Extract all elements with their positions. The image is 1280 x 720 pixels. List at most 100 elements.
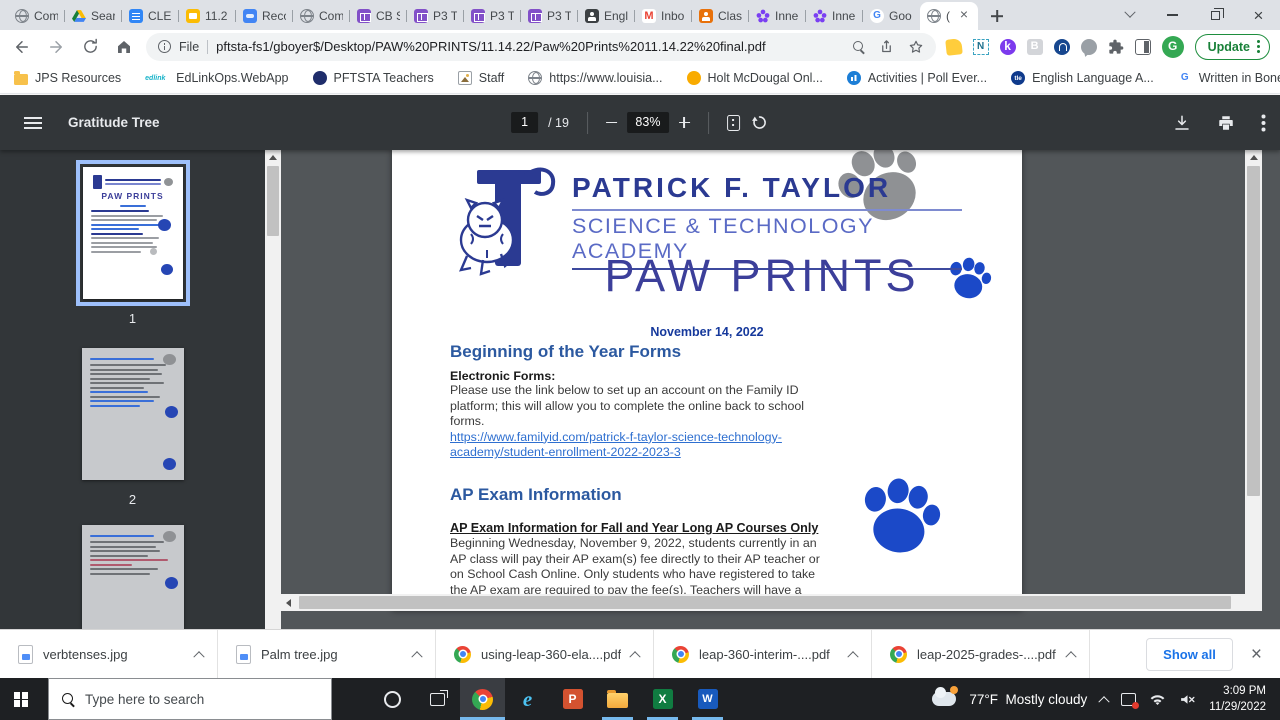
bookmark-item[interactable]: Activities | Poll Ever...	[847, 71, 987, 85]
browser-tab[interactable]: Engl	[578, 2, 635, 30]
excel-button[interactable]	[640, 678, 685, 720]
zoom-level-input[interactable]: 83%	[627, 112, 669, 133]
close-downloads-icon[interactable]: ×	[1251, 645, 1262, 664]
back-button[interactable]	[10, 35, 34, 59]
internet-explorer-button[interactable]: e	[505, 678, 550, 720]
show-hidden-icons-chevron[interactable]	[1099, 696, 1110, 707]
tab-close-icon[interactable]	[957, 9, 971, 23]
notification-tray-icon[interactable]	[1121, 693, 1136, 706]
forward-button[interactable]	[44, 35, 68, 59]
url-text[interactable]: pftsta-fs1/gboyer$/Desktop/PAW%20PRINTS/…	[216, 39, 844, 54]
browser-tab[interactable]: Com	[293, 2, 350, 30]
thumbnail-page-3[interactable]	[82, 525, 184, 629]
rotate-button[interactable]	[750, 113, 769, 132]
word-button[interactable]	[685, 678, 730, 720]
scroll-left-arrow[interactable]	[286, 599, 291, 607]
chevron-up-icon[interactable]	[193, 651, 204, 662]
restore-button[interactable]	[1194, 0, 1237, 30]
taskbar-clock[interactable]: 3:09 PM 11/29/2022	[1209, 683, 1270, 715]
file-explorer-button[interactable]	[595, 678, 640, 720]
tab-search-chevron-icon[interactable]	[1108, 0, 1151, 30]
browser-tab[interactable]: Inne	[749, 2, 806, 30]
reload-button[interactable]	[78, 35, 102, 59]
update-button[interactable]: Update	[1195, 34, 1270, 60]
menu-icon[interactable]	[24, 117, 42, 129]
fit-page-button[interactable]	[727, 115, 740, 131]
new-tab-button[interactable]	[984, 3, 1010, 29]
close-window-button[interactable]: ×	[1237, 0, 1280, 30]
scrollbar-thumb[interactable]	[299, 596, 1231, 609]
bookmark-item[interactable]: Staff	[458, 71, 504, 85]
bookmark-item[interactable]: EdLinkOps.WebApp	[145, 71, 288, 85]
browser-tab-active[interactable]: (	[920, 2, 978, 30]
thumbs-up-extension-icon[interactable]	[945, 38, 963, 56]
zoom-in-button[interactable]	[679, 117, 690, 128]
balloon-extension-icon[interactable]	[1081, 39, 1097, 55]
cortana-button[interactable]	[370, 678, 415, 720]
zoom-out-button[interactable]	[606, 122, 617, 124]
bookmark-item[interactable]: PFTSTA Teachers	[313, 71, 434, 85]
show-all-button[interactable]: Show all	[1146, 638, 1233, 671]
browser-menu-icon[interactable]	[1257, 40, 1260, 53]
thumbnail-page-1[interactable]: PAW PRINTS 1	[83, 167, 183, 326]
weather-widget[interactable]: 77°F Mostly cloudy	[969, 692, 1087, 707]
b-extension-icon[interactable]	[1027, 39, 1043, 55]
page-info-icon[interactable]	[158, 40, 171, 53]
browser-tab[interactable]: Reco	[236, 2, 293, 30]
extensions-puzzle-icon[interactable]	[1108, 39, 1124, 55]
browser-tab[interactable]: P3 T	[407, 2, 464, 30]
browser-tab[interactable]: Goo	[863, 2, 920, 30]
bookmark-item[interactable]: https://www.louisia...	[528, 71, 662, 85]
chevron-up-icon[interactable]	[1065, 651, 1076, 662]
bookmark-item[interactable]: Holt McDougal Onl...	[687, 71, 823, 85]
browser-tab[interactable]: P3 T	[521, 2, 578, 30]
thumbnail-page-2[interactable]: 2	[82, 348, 184, 507]
chevron-up-icon[interactable]	[847, 651, 858, 662]
profile-avatar[interactable]	[1162, 36, 1184, 58]
bookmark-star-icon[interactable]	[908, 39, 924, 55]
download-item[interactable]: using-leap-360-ela....pdf	[436, 630, 654, 678]
minimize-button[interactable]	[1151, 0, 1194, 30]
print-button[interactable]	[1217, 114, 1235, 132]
browser-tab[interactable]: P3 T	[464, 2, 521, 30]
task-view-button[interactable]	[415, 678, 460, 720]
bookmark-item[interactable]: English Language A...	[1011, 71, 1154, 85]
download-item[interactable]: verbtenses.jpg	[0, 630, 218, 678]
wifi-icon[interactable]	[1149, 692, 1166, 706]
home-button[interactable]	[112, 35, 136, 59]
download-button[interactable]	[1173, 114, 1191, 132]
browser-tab[interactable]: Com	[8, 2, 65, 30]
scroll-up-arrow[interactable]	[1250, 155, 1258, 160]
speaker-muted-icon[interactable]	[1179, 692, 1196, 707]
browser-tab[interactable]: 11.2	[179, 2, 236, 30]
download-item[interactable]: Palm tree.jpg	[218, 630, 436, 678]
browser-tab[interactable]: Inne	[806, 2, 863, 30]
browser-tab[interactable]: Clas	[692, 2, 749, 30]
share-icon[interactable]	[879, 39, 894, 54]
side-panel-icon[interactable]	[1135, 39, 1151, 55]
scroll-up-arrow[interactable]	[269, 155, 277, 160]
search-icon[interactable]	[853, 41, 865, 53]
bookmark-item[interactable]: JPS Resources	[14, 71, 121, 85]
notion-extension-icon[interactable]	[973, 39, 989, 55]
powerpoint-button[interactable]	[550, 678, 595, 720]
browser-tab[interactable]: Inbo	[635, 2, 692, 30]
blue-circle-extension-icon[interactable]	[1054, 39, 1070, 55]
browser-tab[interactable]: CB S	[350, 2, 407, 30]
taskbar-search[interactable]	[48, 678, 332, 720]
chevron-up-icon[interactable]	[629, 651, 640, 662]
scrollbar-thumb[interactable]	[267, 166, 279, 236]
kami-extension-icon[interactable]	[1000, 39, 1016, 55]
search-input[interactable]	[85, 692, 331, 707]
scrollbar-thumb[interactable]	[1247, 166, 1260, 496]
download-item[interactable]: leap-2025-grades-....pdf	[872, 630, 1090, 678]
chrome-taskbar-button[interactable]	[460, 678, 505, 720]
browser-tab[interactable]: CLEP	[122, 2, 179, 30]
familyid-link[interactable]: https://www.familyid.com/patrick-f-taylo…	[450, 430, 826, 461]
start-button[interactable]	[0, 678, 48, 720]
address-bar[interactable]: File pftsta-fs1/gboyer$/Desktop/PAW%20PR…	[146, 33, 936, 61]
browser-tab[interactable]: Sear	[65, 2, 122, 30]
download-item[interactable]: leap-360-interim-....pdf	[654, 630, 872, 678]
more-options-icon[interactable]	[1261, 114, 1266, 132]
page-number-input[interactable]: 1	[511, 112, 538, 133]
